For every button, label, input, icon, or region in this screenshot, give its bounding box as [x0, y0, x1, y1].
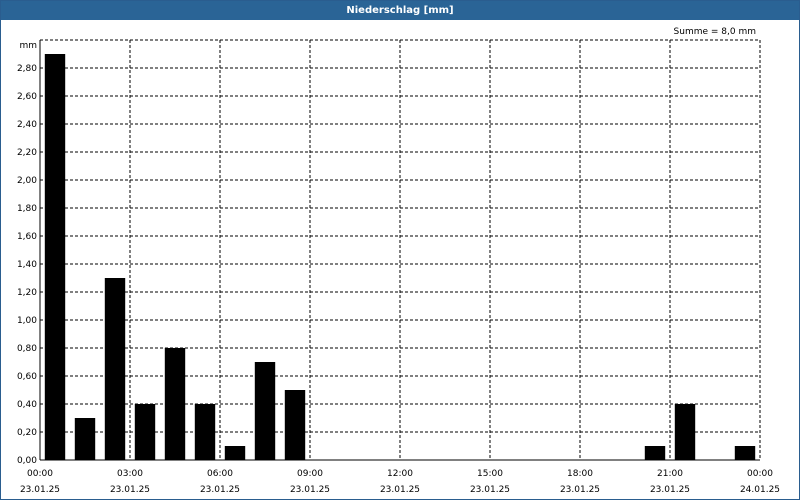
x-tick-date: 23.01.25: [560, 485, 600, 495]
y-tick-label: 0,20: [17, 428, 37, 438]
y-tick-label: 2,00: [17, 176, 37, 186]
y-tick-label: 1,20: [17, 288, 37, 298]
y-tick-label: 2,80: [17, 64, 37, 74]
x-tick-time: 00:00: [27, 469, 53, 479]
bar: [194, 404, 216, 460]
x-tick-time: 15:00: [477, 469, 503, 479]
bar: [644, 446, 666, 460]
bar: [164, 348, 186, 460]
sum-annotation: Summe = 8,0 mm: [674, 27, 756, 37]
x-tick-date: 23.01.25: [200, 485, 240, 495]
x-tick-date: 23.01.25: [650, 485, 690, 495]
x-tick-time: 09:00: [297, 469, 323, 479]
y-tick-label: 1,60: [17, 232, 37, 242]
bar: [734, 446, 756, 460]
axes: 0,00 0,20 0,40 0,60 0,80 1,00 1,20 1,40 1,60 1,80…: [17, 64, 780, 495]
y-tick-label: 2,60: [17, 92, 37, 102]
y-tick-label: 1,00: [17, 316, 37, 326]
precipitation-chart: 0,00 0,20 0,40 0,60 0,80 1,00 1,20 1,40 1,60 1,80…: [17, 27, 780, 495]
y-tick-label: 0,80: [17, 344, 37, 354]
x-tick-date: 23.01.25: [290, 485, 330, 495]
bar: [44, 54, 66, 460]
bar: [134, 404, 156, 460]
y-tick-label: 0,40: [17, 400, 37, 410]
y-tick-label: 2,20: [17, 148, 37, 158]
x-tick-date: 23.01.25: [110, 485, 150, 495]
x-tick-time: 21:00: [657, 469, 683, 479]
x-tick-time: 00:00: [747, 469, 773, 479]
x-tick-date: 23.01.25: [470, 485, 510, 495]
bar: [224, 446, 246, 460]
grid-lines: [39, 39, 761, 461]
x-tick-date: 23.01.25: [20, 485, 60, 495]
bar: [254, 362, 276, 460]
y-tick-label: 2,40: [17, 120, 37, 130]
bar: [284, 390, 306, 460]
x-tick-time: 12:00: [387, 469, 413, 479]
bar: [104, 278, 126, 460]
bar: [74, 418, 96, 460]
y-tick-label: 1,40: [17, 260, 37, 270]
x-tick-time: 03:00: [117, 469, 143, 479]
y-axis-label: mm: [19, 41, 37, 51]
y-tick-label: 1,80: [17, 204, 37, 214]
x-tick-date: 24.01.25: [740, 485, 780, 495]
x-tick-time: 18:00: [567, 469, 593, 479]
y-tick-label: 0,00: [17, 456, 37, 466]
x-tick-time: 06:00: [207, 469, 233, 479]
y-tick-label: 0,60: [17, 372, 37, 382]
x-tick-date: 23.01.25: [380, 485, 420, 495]
bar: [674, 404, 696, 460]
